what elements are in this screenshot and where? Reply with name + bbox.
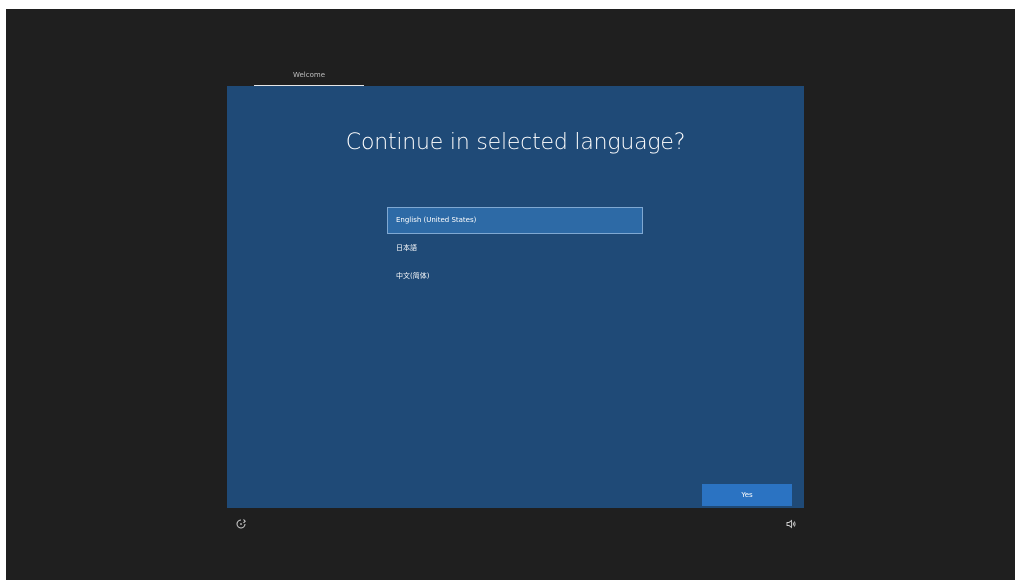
volume-icon[interactable]	[785, 518, 797, 530]
tab-strip: Welcome	[254, 68, 364, 86]
language-option-chinese[interactable]: 中文(简体)	[387, 263, 643, 290]
language-option-english[interactable]: English (United States)	[387, 207, 643, 234]
page-title: Continue in selected language?	[345, 130, 686, 155]
language-option-japanese[interactable]: 日本語	[387, 235, 643, 262]
yes-button[interactable]: Yes	[702, 484, 792, 506]
setup-screen: Welcome Continue in selected language? E…	[6, 9, 1015, 580]
language-list: English (United States) 日本語 中文(简体)	[387, 207, 643, 291]
accessibility-icon[interactable]	[235, 518, 247, 530]
setup-panel: Continue in selected language? English (…	[227, 86, 804, 508]
tab-welcome[interactable]: Welcome	[254, 68, 364, 86]
